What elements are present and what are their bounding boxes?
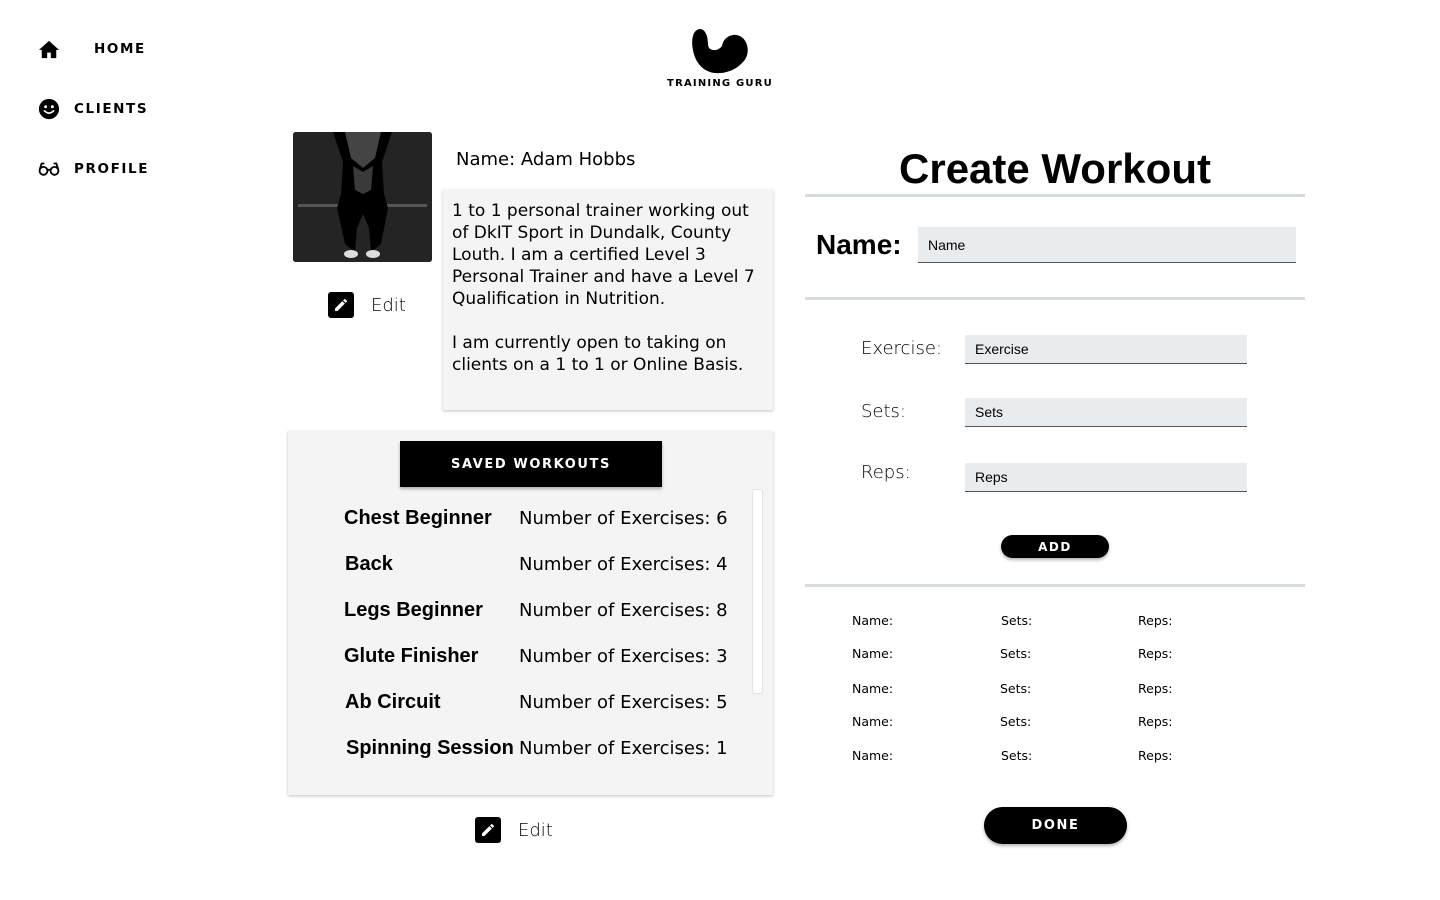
logo-text: TRAINING GURU <box>667 78 773 89</box>
nav-item-home[interactable]: HOME <box>38 38 146 60</box>
exercise-sets-cell: Sets: <box>1000 646 1032 661</box>
exercise-name-cell: Name: <box>852 681 894 696</box>
pencil-icon <box>475 817 501 843</box>
workout-name: Chest Beginner <box>344 507 492 529</box>
exercise-sets-cell: Sets: <box>1000 714 1032 729</box>
exercise-reps-cell: Reps: <box>1138 613 1173 628</box>
exercise-list-row: Name: Sets: Reps: <box>0 748 1440 766</box>
divider <box>805 194 1305 197</box>
exercise-list-row: Name: Sets: Reps: <box>0 646 1440 664</box>
workout-exercise-count: Number of Exercises: 4 <box>519 554 728 575</box>
nav-label-profile: PROFILE <box>74 161 150 177</box>
exercise-reps-cell: Reps: <box>1138 714 1173 729</box>
exercise-name-cell: Name: <box>852 748 894 763</box>
profile-edit-label: Edit <box>371 294 406 316</box>
reps-label: Reps: <box>861 462 911 483</box>
bio-paragraph: 1 to 1 personal trainer working out of D… <box>452 201 755 309</box>
bio-paragraph: I am currently open to taking on clients… <box>452 333 744 375</box>
sets-input[interactable] <box>965 398 1247 427</box>
exercise-label: Exercise: <box>861 338 942 359</box>
profile-name: Name: Adam Hobbs <box>456 149 636 170</box>
workout-name-input[interactable] <box>918 227 1296 263</box>
reps-input[interactable] <box>965 463 1247 492</box>
exercise-name-cell: Name: <box>852 613 894 628</box>
home-icon <box>38 38 60 60</box>
exercise-list-row: Name: Sets: Reps: <box>0 714 1440 732</box>
workouts-edit-button[interactable]: Edit <box>475 817 553 843</box>
add-exercise-button[interactable]: ADD <box>1001 535 1109 558</box>
nav-label-home: HOME <box>94 41 146 57</box>
workout-row-chest-beginner[interactable]: Chest Beginner Number of Exercises: 6 <box>288 507 748 547</box>
done-button[interactable]: DONE <box>984 807 1127 844</box>
exercise-name-cell: Name: <box>852 646 894 661</box>
profile-edit-button[interactable]: Edit <box>328 292 406 318</box>
workout-name-label: Name: <box>816 229 902 260</box>
exercise-input[interactable] <box>965 335 1247 364</box>
exercise-name-cell: Name: <box>852 714 894 729</box>
nav-label-clients: CLIENTS <box>74 101 149 117</box>
workouts-edit-label: Edit <box>518 819 553 841</box>
workout-exercise-count: Number of Exercises: 6 <box>519 508 728 529</box>
exercise-reps-cell: Reps: <box>1138 646 1173 661</box>
exercise-sets-cell: Sets: <box>1001 748 1033 763</box>
workout-row-back[interactable]: Back Number of Exercises: 4 <box>288 553 748 593</box>
bio-card: 1 to 1 personal trainer working out of D… <box>443 190 773 410</box>
sets-label: Sets: <box>861 401 906 422</box>
smiley-icon <box>38 98 60 120</box>
pencil-icon <box>328 292 354 318</box>
exercise-list-row: Name: Sets: Reps: <box>0 681 1440 699</box>
app-logo: TRAINING GURU <box>664 26 776 100</box>
create-workout-title: Create Workout <box>899 145 1211 192</box>
exercise-reps-cell: Reps: <box>1138 748 1173 763</box>
glasses-icon <box>38 158 60 180</box>
nav-item-clients[interactable]: CLIENTS <box>38 98 148 120</box>
exercise-sets-cell: Sets: <box>1001 613 1033 628</box>
exercise-sets-cell: Sets: <box>1000 681 1032 696</box>
workout-name: Back <box>345 553 393 575</box>
profile-photo <box>293 132 432 262</box>
exercise-list-row: Name: Sets: Reps: <box>0 613 1440 631</box>
divider <box>805 297 1305 300</box>
divider <box>805 584 1305 587</box>
exercise-reps-cell: Reps: <box>1138 681 1173 696</box>
nav-item-profile[interactable]: PROFILE <box>38 158 149 180</box>
saved-workouts-button[interactable]: SAVED WORKOUTS <box>400 441 662 487</box>
flexing-arm-logo-icon <box>692 28 748 74</box>
